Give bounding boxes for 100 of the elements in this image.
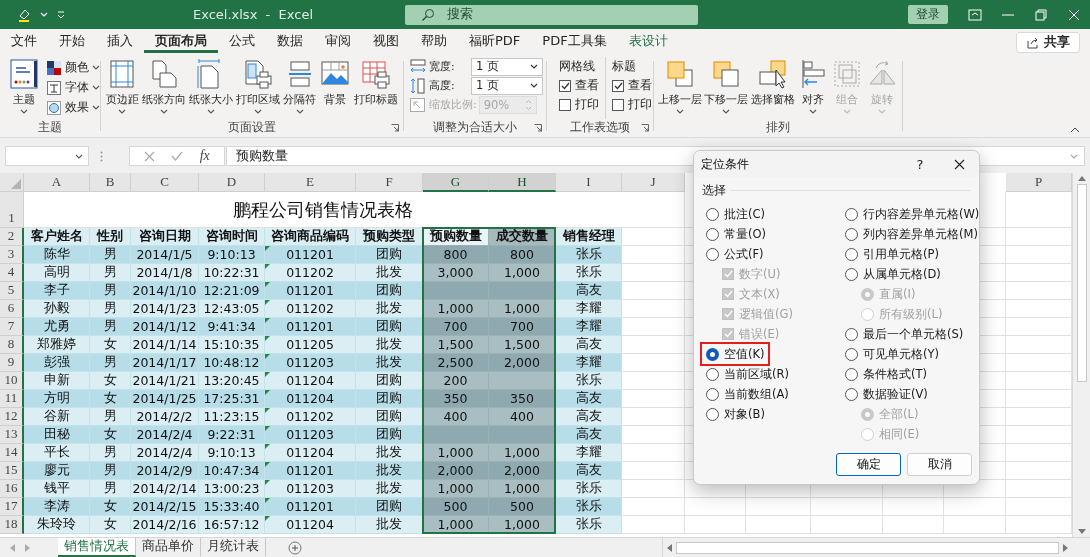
option-label[interactable]: 批注(C) [724, 206, 765, 222]
column-header[interactable]: A [24, 173, 90, 192]
option-label[interactable]: 当前数组(A) [724, 386, 789, 402]
ribbon-button[interactable]: 对齐 [797, 57, 830, 115]
radio-button[interactable] [706, 347, 719, 361]
ribbon-button[interactable]: 纸张大小 [188, 57, 233, 115]
add-sheet-button[interactable] [288, 538, 302, 557]
theme-button[interactable]: 主题 [8, 57, 40, 115]
scrollbar-thumb[interactable] [676, 541, 1059, 554]
column-header[interactable]: H [489, 173, 556, 192]
column-header[interactable]: F [356, 173, 423, 192]
ribbon-tab[interactable]: 文件 [0, 29, 48, 53]
ribbon-button[interactable]: 背景 [319, 57, 352, 108]
ribbon-tab[interactable]: 公式 [218, 29, 266, 53]
ribbon-button[interactable]: 打印区域 [236, 57, 280, 115]
row-header[interactable]: 1 [0, 192, 24, 228]
radio-button[interactable] [845, 247, 858, 261]
option-label[interactable]: 公式(F) [724, 246, 764, 262]
scrollbar-thumb[interactable] [1076, 184, 1087, 382]
row-header[interactable]: 11 [0, 390, 24, 408]
row-header[interactable]: 2 [0, 228, 24, 246]
option-label[interactable]: 列内容差异单元格(M) [863, 226, 978, 242]
ribbon-button[interactable]: 上移一层 [658, 57, 703, 115]
option-label[interactable]: 条件格式(T) [863, 366, 927, 382]
column-header[interactable]: J [622, 173, 685, 192]
radio-button[interactable] [845, 347, 858, 361]
ribbon-tab[interactable]: 数据 [266, 29, 314, 53]
row-header[interactable]: 8 [0, 336, 24, 354]
row-header[interactable]: 3 [0, 246, 24, 264]
insert-function-button[interactable]: fx [199, 148, 210, 164]
ribbon-tab[interactable]: PDF工具集 [531, 29, 618, 53]
row-header[interactable]: 13 [0, 426, 24, 444]
ribbon-button[interactable]: 页边距 [105, 57, 139, 115]
radio-button[interactable] [845, 227, 858, 241]
checkbox[interactable] [612, 98, 624, 111]
checkbox-label[interactable]: 打印 [575, 97, 599, 112]
ribbon-tab[interactable]: 开始 [48, 29, 96, 53]
ribbon-button[interactable]: 纸张方向 [141, 57, 186, 115]
radio-button[interactable] [706, 227, 719, 241]
option-label[interactable]: 数据验证(V) [863, 386, 928, 402]
column-header[interactable]: I [556, 173, 622, 192]
option-label[interactable]: 最后一个单元格(S) [863, 326, 964, 342]
ribbon-button[interactable]: 选择窗格 [750, 57, 795, 108]
checkbox-label[interactable]: 查看 [575, 78, 599, 93]
row-header[interactable]: 6 [0, 300, 24, 318]
sign-in-button[interactable]: 登录 [908, 5, 948, 24]
checkbox-label[interactable]: 打印 [628, 97, 652, 112]
option-label[interactable]: 从属单元格(D) [863, 266, 941, 282]
ribbon-button[interactable]: 打印标题 [354, 57, 399, 108]
row-header[interactable]: 7 [0, 318, 24, 336]
checkbox[interactable] [559, 79, 571, 92]
column-header[interactable]: C [131, 173, 199, 192]
dialog-button[interactable]: 取消 [907, 453, 972, 476]
sheet-tab[interactable]: 销售情况表 [58, 538, 136, 557]
option-label[interactable]: 行内容差异单元格(W) [863, 206, 980, 222]
sheet-tab[interactable]: 商品单价 [136, 538, 201, 557]
theme-option-button[interactable]: 字体 [46, 79, 100, 96]
row-header[interactable]: 5 [0, 282, 24, 300]
column-header[interactable]: P [1006, 173, 1072, 192]
row-header[interactable]: 4 [0, 264, 24, 282]
search-field[interactable]: 搜索 [405, 4, 698, 25]
row-header[interactable]: 12 [0, 408, 24, 426]
radio-button[interactable] [706, 367, 719, 381]
row-header[interactable]: 15 [0, 462, 24, 480]
radio-button[interactable] [845, 387, 858, 401]
row-header[interactable]: 14 [0, 444, 24, 462]
theme-option-button[interactable]: 效果 [46, 99, 100, 116]
ribbon-button[interactable]: 下移一层 [704, 57, 749, 115]
radio-button[interactable] [845, 207, 858, 221]
radio-button[interactable] [706, 247, 719, 261]
ribbon-tab[interactable]: 帮助 [410, 29, 458, 53]
theme-option-button[interactable]: 颜色 [46, 59, 100, 76]
column-header[interactable]: G [423, 173, 489, 192]
radio-button[interactable] [845, 367, 858, 381]
column-header[interactable]: D [199, 173, 265, 192]
option-label[interactable]: 对象(B) [724, 406, 765, 422]
option-label[interactable]: 当前区域(R) [724, 366, 789, 382]
radio-button[interactable] [706, 207, 719, 221]
row-header[interactable]: 17 [0, 498, 24, 516]
dialog-button[interactable]: 确定 [836, 453, 901, 476]
ribbon-tab[interactable]: 表设计 [617, 29, 679, 53]
row-header[interactable]: 16 [0, 480, 24, 498]
ribbon-tab[interactable]: 福昕PDF [458, 29, 532, 53]
column-header[interactable]: B [90, 173, 131, 192]
radio-button[interactable] [706, 407, 719, 421]
row-header[interactable]: 18 [0, 516, 24, 534]
ribbon-tab[interactable]: 视图 [362, 29, 410, 53]
row-header[interactable]: 9 [0, 354, 24, 372]
option-label[interactable]: 引用单元格(P) [863, 246, 939, 262]
vertical-scrollbar[interactable] [1072, 173, 1090, 537]
checkbox-label[interactable]: 查看 [628, 78, 652, 93]
radio-button[interactable] [845, 267, 858, 281]
share-button[interactable]: 共享 [1016, 32, 1080, 53]
ribbon-button[interactable]: 分隔符 [283, 57, 317, 115]
column-header[interactable]: E [265, 173, 356, 192]
option-label[interactable]: 空值(K) [724, 346, 765, 362]
checkbox[interactable] [559, 98, 571, 111]
dropdown-field[interactable]: 1 页 [471, 57, 543, 76]
option-label[interactable]: 可见单元格(Y) [863, 346, 939, 362]
checkbox[interactable] [612, 79, 624, 92]
